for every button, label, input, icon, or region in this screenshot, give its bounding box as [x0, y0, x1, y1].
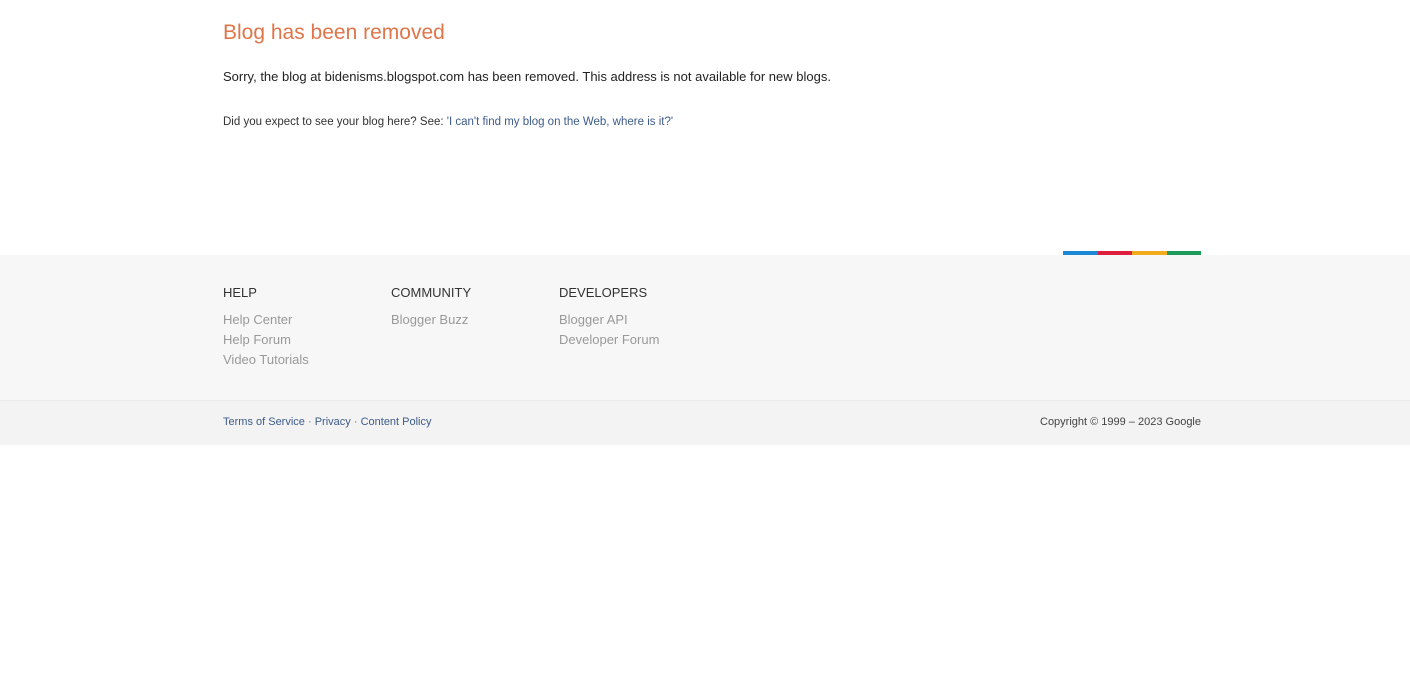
separator: ·	[307, 416, 312, 428]
blogger-buzz-link[interactable]: Blogger Buzz	[391, 310, 471, 330]
video-tutorials-link[interactable]: Video Tutorials	[223, 350, 309, 370]
footer: HELP Help Center Help Forum Video Tutori…	[0, 255, 1410, 400]
help-prefix: Did you expect to see your blog here? Se…	[223, 116, 447, 128]
column-heading: COMMUNITY	[391, 285, 472, 300]
footer-column-community: COMMUNITY Blogger Buzz	[391, 285, 471, 330]
separator: ·	[353, 416, 358, 428]
blogger-api-link[interactable]: Blogger API	[559, 310, 659, 330]
column-heading: HELP	[223, 285, 257, 300]
developer-forum-link[interactable]: Developer Forum	[559, 330, 659, 350]
legal-links: Terms of Service · Privacy · Content Pol…	[223, 416, 432, 428]
removal-message: Sorry, the blog at bidenisms.blogspot.co…	[223, 69, 831, 84]
help-center-link[interactable]: Help Center	[223, 310, 309, 330]
content-policy-link[interactable]: Content Policy	[361, 416, 432, 428]
page-title: Blog has been removed	[223, 21, 445, 44]
copyright: Copyright © 1999 – 2023 Google	[1040, 416, 1201, 428]
help-forum-link[interactable]: Help Forum	[223, 330, 309, 350]
privacy-link[interactable]: Privacy	[315, 416, 351, 428]
terms-link[interactable]: Terms of Service	[223, 416, 305, 428]
help-link[interactable]: 'I can't find my blog on the Web, where …	[447, 116, 673, 128]
footer-column-developers: DEVELOPERS Blogger API Developer Forum	[559, 285, 659, 350]
legal-bar: Terms of Service · Privacy · Content Pol…	[0, 400, 1410, 445]
footer-column-help: HELP Help Center Help Forum Video Tutori…	[223, 285, 309, 370]
column-heading: DEVELOPERS	[559, 285, 648, 300]
help-text: Did you expect to see your blog here? Se…	[223, 116, 673, 128]
